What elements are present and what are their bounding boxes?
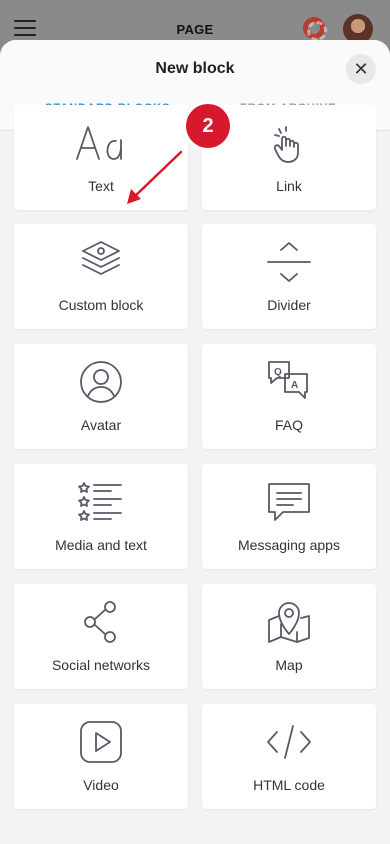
block-label: Social networks [51,657,151,673]
map-pin-icon [202,598,376,646]
block-card-map[interactable]: Map [202,584,376,689]
close-icon: ✕ [353,58,369,79]
block-card-video[interactable]: Video [14,704,188,809]
chat-bubble-icon [202,478,376,526]
code-icon [202,718,376,766]
text-aa-icon [14,119,188,167]
block-label: Custom block [58,297,144,313]
block-label: Link [276,178,302,194]
help-lifebuoy-icon[interactable] [303,17,327,41]
sheet-header: New block ✕ [0,40,390,96]
star-list-icon [14,478,188,526]
share-icon [14,598,188,646]
divider-icon [202,238,376,286]
block-label: Map [275,657,303,673]
block-card-faq[interactable]: Q A FAQ [202,344,376,449]
block-card-social[interactable]: Social networks [14,584,188,689]
page-title: PAGE [176,22,214,37]
qa-bubbles-icon: Q A [202,358,376,406]
svg-text:A: A [291,380,298,391]
svg-text:Q: Q [274,367,282,378]
block-card-divider[interactable]: Divider [202,224,376,329]
block-card-messaging[interactable]: Messaging apps [202,464,376,569]
block-label: Messaging apps [238,537,340,553]
block-label: Video [83,777,119,793]
block-card-custom[interactable]: Custom block [14,224,188,329]
block-card-media-text[interactable]: Media and text [14,464,188,569]
block-label: Text [88,178,114,194]
block-label: Avatar [80,417,122,433]
user-circle-icon [14,358,188,406]
sheet-title: New block [155,60,235,77]
block-card-html[interactable]: HTML code [202,704,376,809]
block-label: Divider [267,297,311,313]
block-label: Media and text [55,537,147,553]
close-button[interactable]: ✕ [346,54,376,84]
play-icon [14,718,188,766]
step-badge: 2 [186,104,230,148]
block-label: FAQ [274,417,303,433]
block-label: HTML code [253,777,325,793]
layers-icon [14,238,188,286]
block-card-text[interactable]: Text [14,105,188,210]
block-card-avatar[interactable]: Avatar [14,344,188,449]
